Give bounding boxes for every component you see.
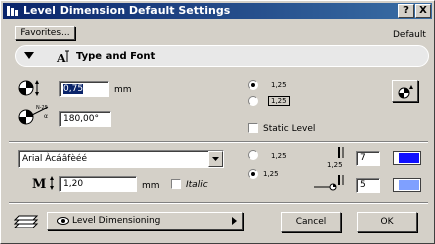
svg-text:N-25: N-25 [36, 105, 48, 111]
height-unit: mm [114, 85, 132, 95]
font-pen-top-label: 1,25 [271, 152, 287, 160]
font-size-unit: mm [142, 181, 160, 191]
font-pen-bottom-label: 1,25 [263, 170, 279, 178]
pen-bottom-input[interactable]: 5 [356, 178, 380, 193]
svg-text:M: M [32, 177, 46, 191]
pen-top-input[interactable]: 7 [356, 151, 380, 166]
default-label: Default [393, 30, 426, 40]
section-divider [9, 141, 428, 143]
marker-settings-button[interactable] [392, 80, 418, 102]
text-angle-input[interactable]: 180,00° [59, 111, 111, 127]
type-and-font-panel-header[interactable]: A Type and Font [15, 45, 429, 67]
static-level-checkbox[interactable] [248, 123, 258, 133]
italic-checkbox[interactable] [171, 179, 181, 189]
collapse-triangle-icon[interactable] [24, 52, 34, 60]
italic-label: Italic [186, 180, 208, 190]
level-dimension-dialog: Level Dimension Default Settings ? X Fav… [0, 0, 435, 244]
static-level-label: Static Level [263, 124, 316, 134]
font-pen-radio-top[interactable] [248, 150, 258, 160]
pen-icon-bottom [314, 175, 344, 191]
text-height-icon [18, 80, 39, 96]
help-button[interactable]: ? [398, 4, 414, 18]
type-font-icon: A [56, 50, 69, 64]
chevron-down-icon[interactable] [208, 151, 223, 167]
marker-settings-icon [398, 85, 413, 99]
pen-bottom-color-swatch[interactable] [393, 178, 421, 192]
chevron-right-icon [232, 217, 237, 225]
pen-top-color-swatch[interactable] [393, 151, 421, 165]
title-bar[interactable]: Level Dimension Default Settings ? X [3, 3, 432, 19]
pen-weight-bottom-label: 1,25 [268, 96, 290, 106]
svg-text:A: A [56, 52, 66, 64]
footer-divider [9, 202, 428, 204]
pen-weight-radio-bottom[interactable] [248, 96, 258, 106]
cancel-button[interactable]: Cancel [281, 212, 341, 232]
close-button[interactable]: X [415, 4, 431, 18]
eye-icon [57, 217, 69, 225]
font-size-input[interactable]: 1,20 [59, 176, 137, 192]
favorites-button[interactable]: Favorites... [15, 26, 75, 40]
pen-weight-label: 1,25 [327, 161, 343, 169]
pen-weight-top-label: 1,25 [271, 81, 287, 89]
svg-text:α: α [44, 113, 48, 120]
pen-top-color [399, 153, 419, 163]
text-height-input[interactable]: 0,75 [59, 81, 109, 97]
font-select[interactable]: Arial Àcáâfèéé [18, 150, 224, 168]
font-pen-radio-bottom[interactable] [248, 169, 258, 179]
pen-weight-radio-top[interactable] [248, 80, 258, 90]
panel-title: Type and Font [76, 51, 156, 62]
layer-select[interactable]: Level Dimensioning [47, 212, 243, 230]
font-size-icon: M [32, 176, 54, 191]
pen-bottom-color [399, 180, 419, 190]
layer-value: Level Dimensioning [72, 216, 161, 226]
layers-icon [14, 215, 39, 228]
window-title: Level Dimension Default Settings [23, 4, 231, 17]
pen-icon-top [338, 147, 344, 158]
text-angle-icon: N-25 α [18, 105, 49, 125]
ok-button[interactable]: OK [357, 212, 417, 232]
level-dimension-icon [7, 6, 18, 16]
